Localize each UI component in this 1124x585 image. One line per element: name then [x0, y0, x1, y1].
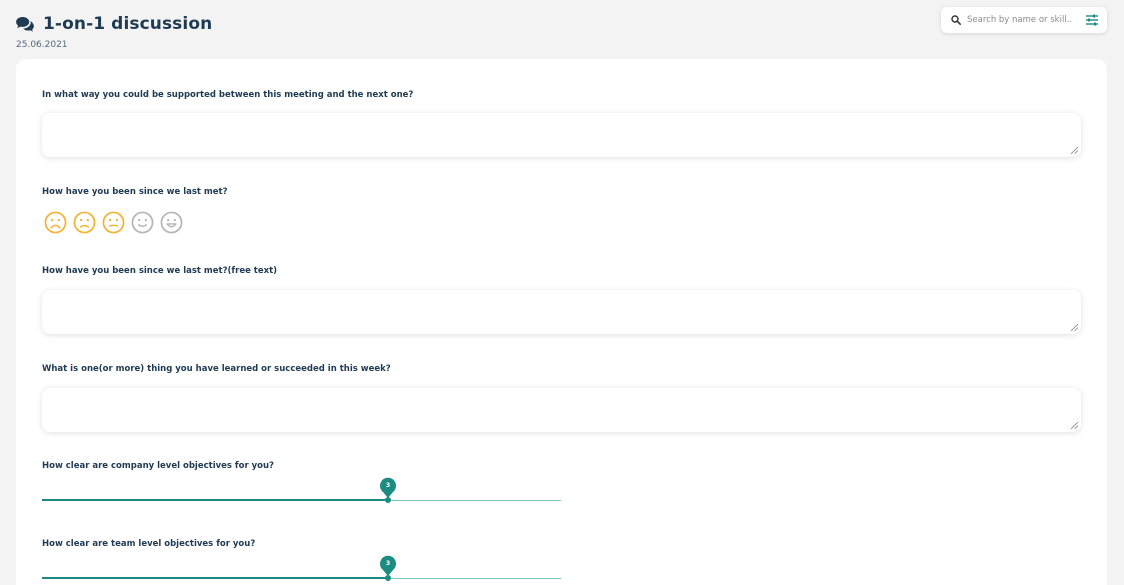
answer-textarea-support[interactable] [42, 113, 1081, 157]
slider-track-filled [42, 499, 388, 501]
slider-thumb[interactable] [385, 497, 391, 503]
chat-bubbles-icon [16, 16, 34, 32]
big-smile-face-icon[interactable] [160, 211, 183, 234]
answer-field-learned [42, 388, 1081, 432]
neutral-face-icon[interactable] [102, 211, 125, 234]
slider-thumb[interactable] [385, 575, 391, 581]
search-icon [951, 15, 961, 25]
sad-face-icon[interactable] [73, 211, 96, 234]
company-objectives-slider[interactable]: 3 [42, 477, 561, 507]
search-bar [941, 7, 1107, 33]
question-label-learned: What is one(or more) thing you have lear… [42, 364, 391, 374]
slider-track-filled [42, 577, 388, 579]
question-label-mood-free-text: How have you been since we last met?(fre… [42, 266, 278, 276]
meeting-date: 25.06.2021 [16, 40, 68, 50]
page: 1-on-1 discussion 25.06.2021 In what way… [0, 0, 1124, 585]
question-label-mood: How have you been since we last met? [42, 187, 228, 197]
resize-grip-icon[interactable] [1071, 422, 1078, 429]
question-label-team-objectives: How clear are team level objectives for … [42, 539, 256, 549]
resize-grip-icon[interactable] [1071, 147, 1078, 154]
answer-field-mood-free-text [42, 290, 1081, 334]
page-header: 1-on-1 discussion [16, 14, 212, 34]
answer-textarea-mood-free-text[interactable] [42, 290, 1081, 334]
question-label-company-objectives: How clear are company level objectives f… [42, 461, 274, 471]
page-title: 1-on-1 discussion [43, 14, 213, 34]
smile-face-icon[interactable] [131, 211, 154, 234]
search-input[interactable] [967, 15, 1075, 25]
slider-value: 3 [385, 481, 391, 489]
team-objectives-slider[interactable]: 3 [42, 555, 561, 585]
slider-track[interactable] [388, 499, 561, 501]
filter-sliders-icon[interactable] [1085, 14, 1099, 26]
mood-rating [44, 211, 183, 234]
very-sad-face-icon[interactable] [44, 211, 67, 234]
resize-grip-icon[interactable] [1071, 324, 1078, 331]
answer-textarea-learned[interactable] [42, 388, 1081, 432]
answer-field-support [42, 113, 1081, 157]
question-label-support: In what way you could be supported betwe… [42, 90, 414, 100]
slider-track[interactable] [388, 577, 561, 579]
slider-value: 3 [385, 559, 391, 567]
discussion-form: In what way you could be supported betwe… [16, 59, 1107, 585]
